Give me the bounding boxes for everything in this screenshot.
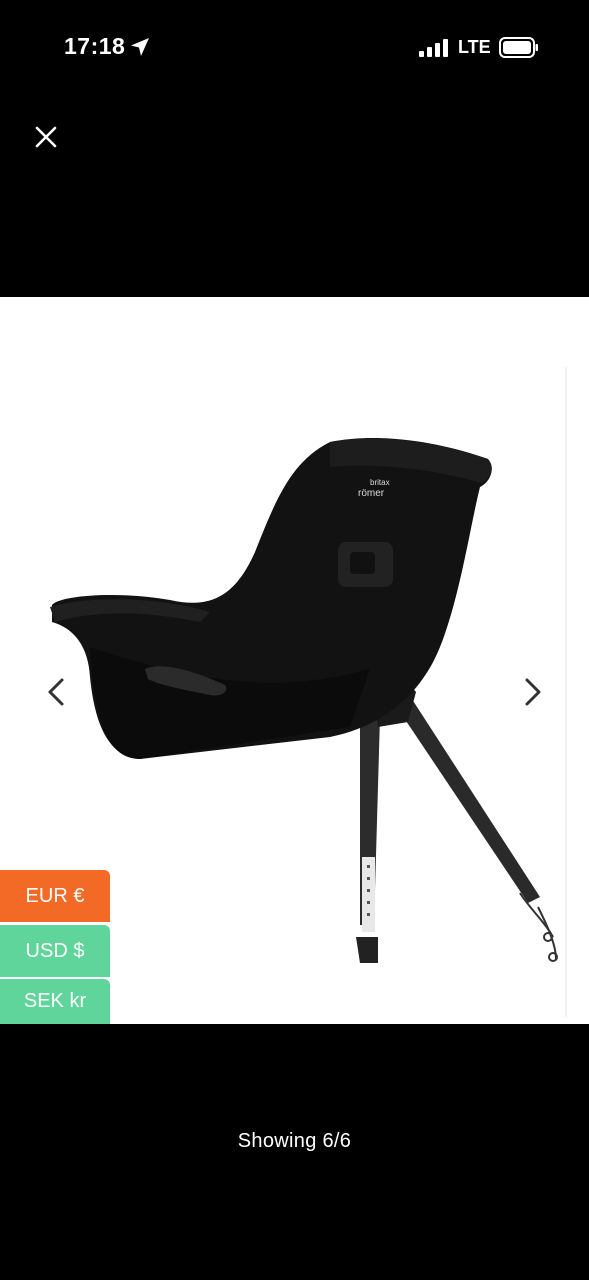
brand-logo-top: britax (370, 478, 390, 487)
location-arrow-icon (131, 38, 149, 56)
status-bar: 17:18 LTE (0, 0, 589, 95)
status-time: 17:18 (64, 33, 126, 59)
currency-eur-button[interactable]: EUR € (0, 870, 110, 922)
brand-logo-bottom: römer (358, 488, 385, 499)
currency-usd-label: USD $ (25, 939, 85, 962)
currency-eur-label: EUR € (25, 884, 85, 907)
currency-usd-button[interactable]: USD $ (0, 925, 110, 977)
currency-sek-label: SEK kr (23, 990, 87, 1012)
network-type: LTE (458, 37, 491, 57)
gallery-counter: Showing 6/6 (237, 1130, 352, 1152)
cellular-signal-icon (419, 39, 448, 57)
battery-icon (499, 37, 538, 58)
chevron-left-icon[interactable] (38, 672, 74, 712)
close-icon[interactable] (28, 119, 64, 155)
chevron-right-icon[interactable] (515, 672, 551, 712)
currency-sek-button[interactable]: SEK kr (0, 979, 110, 1024)
